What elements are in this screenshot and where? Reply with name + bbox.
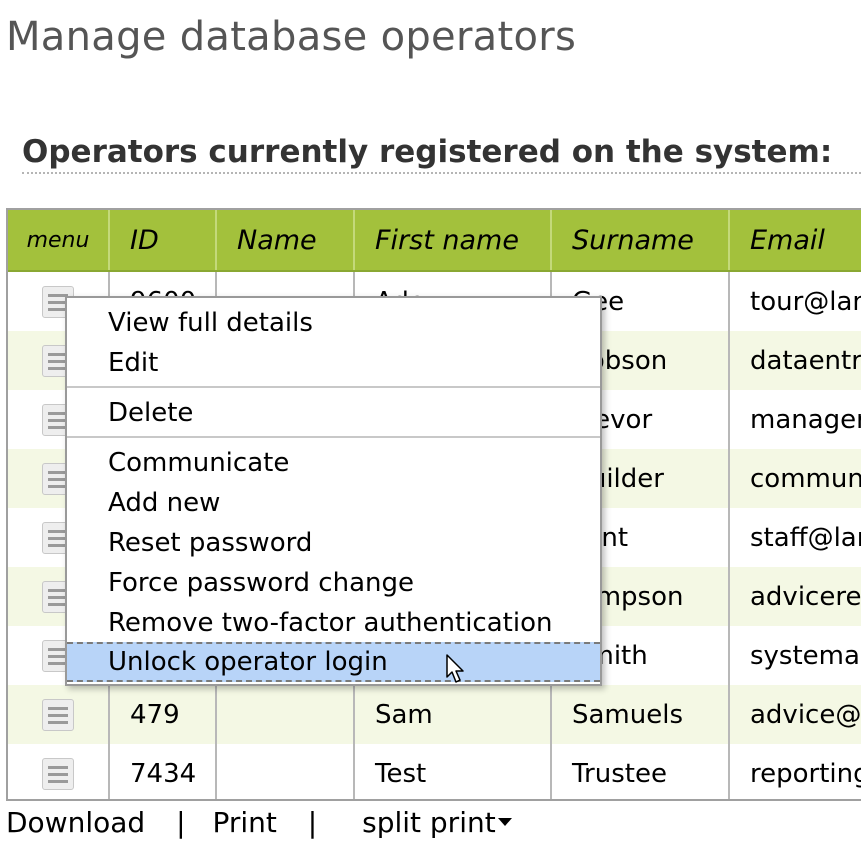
column-header-email[interactable]: Email xyxy=(729,210,861,272)
row-menu-cell xyxy=(8,744,110,799)
cell-email: tour@lan xyxy=(729,271,861,331)
split-print-dropdown[interactable]: split print xyxy=(362,806,512,839)
row-menu-icon[interactable] xyxy=(42,698,74,731)
caret-down-icon xyxy=(497,818,512,826)
cell-email: advicered xyxy=(729,567,861,626)
menu-item-remove-two-factor[interactable]: Remove two-factor authentication xyxy=(67,603,600,643)
split-print-label: split print xyxy=(362,806,496,839)
cell-email: systemad xyxy=(729,626,861,685)
column-header-first-name[interactable]: First name xyxy=(354,210,552,272)
cell-first-name: Sam xyxy=(354,685,552,744)
menu-separator xyxy=(67,386,600,388)
menu-item-add-new[interactable]: Add new xyxy=(67,483,600,523)
menu-item-view-full-details[interactable]: View full details xyxy=(67,303,600,343)
footer-separator: | xyxy=(307,806,318,839)
menu-item-delete[interactable]: Delete xyxy=(67,393,600,433)
cell-id: 479 xyxy=(109,685,217,744)
menu-item-unlock-operator-login[interactable]: Unlock operator login xyxy=(67,642,600,682)
row-menu-icon[interactable] xyxy=(42,757,74,790)
cell-email: communi xyxy=(729,449,861,508)
print-link[interactable]: Print xyxy=(212,806,276,839)
cell-surname: Samuels xyxy=(551,685,730,744)
download-link[interactable]: Download xyxy=(6,806,145,839)
column-header-menu: menu xyxy=(8,210,110,272)
row-menu-cell xyxy=(8,685,110,744)
page-title: Manage database operators xyxy=(6,14,577,60)
cell-id: 7434 xyxy=(109,744,217,799)
column-header-id[interactable]: ID xyxy=(109,210,217,272)
table-header-row: menu ID Name First name Surname Email xyxy=(8,210,861,272)
column-header-name[interactable]: Name xyxy=(216,210,355,272)
section-title: Operators currently registered on the sy… xyxy=(22,134,861,174)
menu-separator xyxy=(67,436,600,438)
table-row[interactable]: 7434 Test Trustee reporting xyxy=(8,744,861,799)
table-footer-links: Download | Print | split print xyxy=(6,806,512,839)
cell-email: reporting xyxy=(729,744,861,799)
mouse-pointer-icon xyxy=(446,654,464,683)
menu-item-force-password-change[interactable]: Force password change xyxy=(67,563,600,603)
menu-item-edit[interactable]: Edit xyxy=(67,343,600,383)
cell-email: manager xyxy=(729,390,861,449)
cell-name xyxy=(216,744,355,799)
menu-item-communicate[interactable]: Communicate xyxy=(67,443,600,483)
table-row[interactable]: 479 Sam Samuels advice@ xyxy=(8,685,861,744)
cell-email: dataentry xyxy=(729,331,861,390)
column-header-surname[interactable]: Surname xyxy=(551,210,730,272)
cell-first-name: Test xyxy=(354,744,552,799)
cell-surname: Trustee xyxy=(551,744,730,799)
row-context-menu: View full details Edit Delete Communicat… xyxy=(65,296,602,686)
menu-item-reset-password[interactable]: Reset password xyxy=(67,523,600,563)
footer-separator: | xyxy=(176,806,186,839)
cell-email: staff@lan xyxy=(729,508,861,567)
cell-email: advice@ xyxy=(729,685,861,744)
cell-name xyxy=(216,685,355,744)
